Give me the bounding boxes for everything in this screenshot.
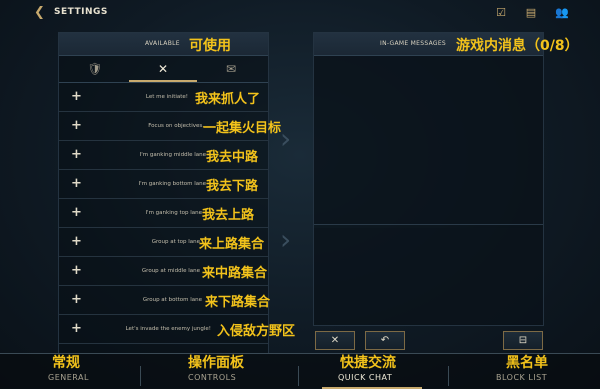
bottom-nav: 常规 GENERAL 操作面板 CONTROLS 快捷交流 QUICK CHAT… <box>0 353 600 389</box>
crossed-swords-icon: ✕ <box>157 62 169 76</box>
available-annotation: 可使用 <box>189 38 231 54</box>
tab-swords[interactable]: ✕ <box>129 56 197 82</box>
nav-divider <box>448 366 449 386</box>
phrase-text: I'm ganking top lane <box>145 210 202 216</box>
phrase-annotation: 来下路集合 <box>205 295 271 310</box>
messages-annotation: 游戏内消息（0/8） <box>456 38 579 54</box>
plus-icon[interactable]: + <box>71 205 82 220</box>
available-panel: AVAILABLE 可使用 🛡 ✕ ✉ + Let me initiate! 我… <box>58 32 295 354</box>
nav-annotation: 操作面板 <box>188 355 244 371</box>
nav-divider <box>298 366 299 386</box>
phrase-row[interactable]: + Group at middle lane 来中路集合 <box>59 257 268 286</box>
phrase-annotation: 来中路集合 <box>202 266 268 281</box>
plus-icon[interactable]: + <box>71 263 82 278</box>
arrow-right-icon: › <box>280 223 292 256</box>
arrow-right-icon: › <box>280 122 292 155</box>
phrase-text: I'm ganking middle lane <box>139 152 206 158</box>
tab-message[interactable]: ✉ <box>197 56 265 82</box>
nav-annotation: 常规 <box>52 355 80 371</box>
phrase-text: Group at bottom lane <box>142 297 202 303</box>
nav-label: BLOCK LIST <box>496 373 548 382</box>
available-label: AVAILABLE <box>145 40 180 47</box>
close-icon: ✕ <box>330 335 340 346</box>
messages-label: IN-GAME MESSAGES <box>380 40 447 47</box>
plus-icon[interactable]: + <box>71 292 82 307</box>
phrase-row[interactable]: + Focus on objectives. 一起集火目标 <box>59 112 281 141</box>
phrase-annotation: 我去下路 <box>206 179 259 194</box>
save-button[interactable]: ⊟ <box>503 331 543 350</box>
nav-label: CONTROLS <box>188 373 237 382</box>
plus-icon[interactable]: + <box>71 147 82 162</box>
phrase-text: I'm ganking bottom lane <box>138 181 206 187</box>
plus-icon[interactable]: + <box>71 234 82 249</box>
chat-icon[interactable]: ▤ <box>524 6 538 20</box>
phrase-row[interactable]: + Group at top lane 来上路集合 <box>59 228 268 257</box>
tab-controls[interactable]: 操作面板 CONTROLS <box>170 354 270 389</box>
tab-shield[interactable]: 🛡 <box>61 56 129 82</box>
plus-icon[interactable]: + <box>71 321 82 336</box>
plus-icon[interactable]: + <box>71 118 82 133</box>
speech-icon: ✉ <box>225 62 237 76</box>
back-chevron-icon[interactable]: ❮ <box>34 6 50 20</box>
phrase-text: Let me initiate! <box>145 94 188 100</box>
phrase-row[interactable]: + I'm ganking bottom lane 我去下路 <box>59 170 268 199</box>
checklist-icon[interactable]: ☑ <box>494 6 508 20</box>
phrase-row[interactable]: + I'm ganking middle lane 我去中路 <box>59 141 268 170</box>
save-icon: ⊟ <box>518 335 528 346</box>
phrase-annotation: 入侵敌方野区 <box>217 324 296 339</box>
phrase-annotation: 我去中路 <box>206 150 259 165</box>
available-header: AVAILABLE 可使用 <box>59 33 268 56</box>
phrase-row[interactable]: + Let's invade the enemy jungle! 入侵敌方野区 <box>59 315 295 344</box>
messages-panel: IN-GAME MESSAGES 游戏内消息（0/8） <box>313 32 579 326</box>
shield-icon: 🛡 <box>87 62 103 76</box>
friends-icon[interactable]: 👥 <box>555 6 569 20</box>
phrase-text: Focus on objectives. <box>148 123 204 129</box>
phrase-annotation: 来上路集合 <box>199 237 265 252</box>
phrase-row[interactable]: + I'm ganking top lane 我去上路 <box>59 199 268 228</box>
phrase-text: Group at middle lane <box>141 268 200 274</box>
phrase-row[interactable]: + Group at bottom lane 来下路集合 <box>59 286 271 315</box>
phrase-annotation: 我去上路 <box>202 208 255 223</box>
phrase-annotation: 一起集火目标 <box>203 121 282 136</box>
delete-button[interactable]: ✕ <box>315 331 355 350</box>
messages-list <box>314 56 543 225</box>
plus-icon[interactable]: + <box>71 176 82 191</box>
tab-quick-chat[interactable]: 快捷交流 QUICK CHAT <box>322 354 422 389</box>
undo-icon: ↶ <box>380 335 390 346</box>
phrase-row[interactable]: + Let me initiate! 我来抓人了 <box>59 83 268 112</box>
nav-label: QUICK CHAT <box>338 373 393 382</box>
undo-button[interactable]: ↶ <box>365 331 405 350</box>
messages-header: IN-GAME MESSAGES 游戏内消息（0/8） <box>314 33 579 56</box>
tab-block-list[interactable]: 黑名单 BLOCK LIST <box>480 354 580 389</box>
phrase-text: Group at top lane <box>151 239 200 245</box>
phrase-text: Let's invade the enemy jungle! <box>125 326 211 332</box>
messages-list-secondary <box>314 228 543 324</box>
nav-annotation: 快捷交流 <box>340 355 396 371</box>
nav-divider <box>140 366 141 386</box>
phrase-annotation: 我来抓人了 <box>195 92 261 107</box>
phrase-tabs: 🛡 ✕ ✉ <box>59 56 268 83</box>
page-title: SETTINGS <box>54 7 108 17</box>
tab-general[interactable]: 常规 GENERAL <box>30 354 130 389</box>
top-bar: ❮ SETTINGS ☑ ▤ 👥 <box>0 0 600 26</box>
nav-annotation: 黑名单 <box>506 355 548 371</box>
nav-label: GENERAL <box>48 373 89 382</box>
plus-icon[interactable]: + <box>71 89 82 104</box>
